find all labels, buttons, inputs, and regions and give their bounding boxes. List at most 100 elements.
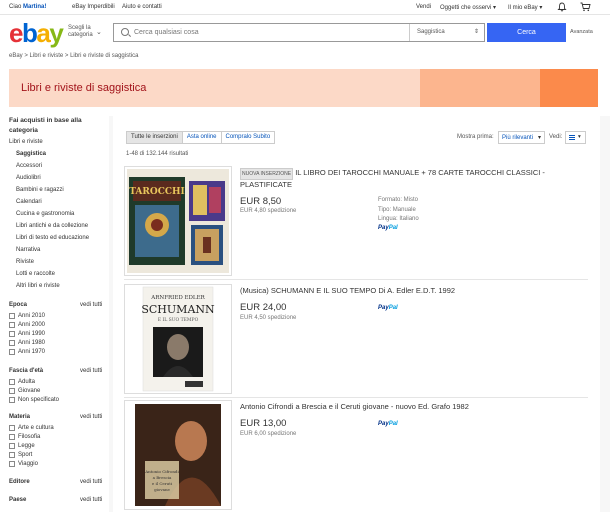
- category-selector[interactable]: Scegli la categoria: [68, 25, 93, 39]
- sidebar-item-parent[interactable]: Libri e riviste: [9, 139, 43, 145]
- sidebar-category[interactable]: Libri di testo ed educazione: [16, 235, 89, 241]
- filter-title-fascia: Fascia d'età: [9, 368, 44, 374]
- filter-checkbox[interactable]: Viaggio: [9, 461, 38, 467]
- help-link[interactable]: Aiuto e contatti: [122, 4, 162, 10]
- filter-checkbox[interactable]: Filosofia: [9, 434, 40, 440]
- breadcrumb: eBay > Libri e riviste > Libri e riviste…: [9, 53, 139, 59]
- list-item[interactable]: TAROCCHI NUOVA INSERZIONE IL LIBRO DEI T…: [124, 166, 588, 280]
- deals-link[interactable]: eBay Imperdibili: [72, 4, 115, 10]
- svg-text:TAROCCHI: TAROCCHI: [129, 187, 185, 197]
- filter-checkbox[interactable]: Legge: [9, 443, 35, 449]
- view-label: Vedi:: [549, 134, 563, 140]
- item-price: EUR 8,50: [240, 196, 282, 207]
- filter-title-materia: Materia: [9, 414, 31, 420]
- breadcrumb-libri[interactable]: Libri e riviste: [30, 53, 64, 59]
- sidebar-category[interactable]: Accessori: [16, 163, 42, 169]
- sidebar-category[interactable]: Cucina e gastronomia: [16, 211, 74, 217]
- svg-text:SCHUMANN: SCHUMANN: [141, 303, 215, 316]
- breadcrumb-ebay[interactable]: eBay: [9, 53, 23, 59]
- banner-stripe: [540, 69, 598, 107]
- paypal-logo: PayPal: [378, 305, 398, 311]
- search-category-select[interactable]: Saggistica ⇕: [409, 24, 484, 41]
- ebay-logo[interactable]: ebay: [9, 20, 64, 46]
- filter-checkbox[interactable]: Anni 1980: [9, 340, 45, 346]
- item-image[interactable]: ARNFRIED EDLER SCHUMANN E IL SUO TEMPO: [124, 284, 232, 394]
- chevron-down-icon: ▾: [537, 135, 541, 141]
- view-toggle[interactable]: ▾: [565, 131, 586, 144]
- sidebar-category[interactable]: Calendari: [16, 199, 42, 205]
- item-image[interactable]: Antonio Cifrondi a Brescia e il Ceruti g…: [124, 400, 232, 510]
- item-price: EUR 24,00: [240, 302, 287, 313]
- sort-select[interactable]: Più rilevanti ▾: [498, 131, 545, 144]
- chevron-down-icon: ▾: [578, 134, 581, 140]
- filter-title-paese: Paese: [9, 497, 27, 503]
- item-attribute: Lingua: Italiano: [378, 216, 419, 222]
- user-name[interactable]: Martina!: [23, 4, 46, 10]
- sidebar-category[interactable]: Audiolibri: [16, 175, 41, 181]
- greeting: Ciao Martina!: [9, 4, 47, 10]
- filter-checkbox[interactable]: Non specificato: [9, 397, 59, 403]
- item-shipping: EUR 6,00 spedizione: [240, 431, 297, 437]
- watchlist-link[interactable]: Oggetti che osservi ▾: [440, 4, 496, 11]
- bell-icon[interactable]: [557, 2, 567, 14]
- sort-label: Mostra prima:: [457, 134, 494, 140]
- filter-checkbox[interactable]: Sport: [9, 452, 32, 458]
- list-item[interactable]: ARNFRIED EDLER SCHUMANN E IL SUO TEMPO (…: [124, 284, 588, 398]
- item-shipping: EUR 4,80 spedizione: [240, 208, 297, 214]
- list-item[interactable]: Antonio Cifrondi a Brescia e il Ceruti g…: [124, 400, 588, 512]
- search-input[interactable]: Cerca qualsiasi cosa: [134, 29, 199, 36]
- filter-title-epoca: Epoca: [9, 302, 28, 308]
- svg-text:ARNFRIED EDLER: ARNFRIED EDLER: [150, 295, 205, 301]
- see-all-link[interactable]: vedi tutti: [80, 368, 102, 374]
- item-image[interactable]: TAROCCHI: [124, 166, 232, 276]
- tab-buy-now[interactable]: Compralo Subito: [220, 131, 276, 144]
- filter-checkbox[interactable]: Anni 2010: [9, 313, 45, 319]
- sidebar-category[interactable]: Altri libri e riviste: [16, 283, 60, 289]
- cart-icon[interactable]: [580, 2, 591, 14]
- see-all-link[interactable]: vedi tutti: [80, 302, 102, 308]
- filter-checkbox[interactable]: Anni 1970: [9, 349, 45, 355]
- sidebar-category[interactable]: Libri antichi e da collezione: [16, 223, 88, 229]
- item-shipping: EUR 4,50 spedizione: [240, 315, 297, 321]
- list-view-icon: [569, 135, 575, 136]
- banner-stripe: [420, 69, 540, 107]
- page-title: Libri e riviste di saggistica: [21, 82, 147, 94]
- sidebar-heading: Fai acquisti in base alla categoria: [9, 117, 82, 134]
- item-price: EUR 13,00: [240, 418, 287, 429]
- sell-link[interactable]: Vendi: [416, 4, 431, 10]
- item-title[interactable]: NUOVA INSERZIONE IL LIBRO DEI TAROCCHI M…: [240, 168, 584, 190]
- breadcrumb-saggistica[interactable]: Libri e riviste di saggistica: [70, 53, 138, 59]
- see-all-link[interactable]: vedi tutti: [80, 497, 102, 503]
- item-title[interactable]: (Musica) SCHUMANN E IL SUO TEMPO Di A. E…: [240, 286, 584, 296]
- filter-title-editore: Editore: [9, 479, 30, 485]
- sidebar-category[interactable]: Narrativa: [16, 247, 40, 253]
- sidebar-category[interactable]: Riviste: [16, 259, 34, 265]
- filter-checkbox[interactable]: Anni 1990: [9, 331, 45, 337]
- search-button[interactable]: Cerca: [487, 23, 566, 42]
- svg-text:E IL SUO TEMPO: E IL SUO TEMPO: [158, 317, 199, 323]
- tab-auction[interactable]: Asta online: [181, 131, 222, 144]
- filter-checkbox[interactable]: Giovane: [9, 388, 40, 394]
- search-icon: [121, 28, 129, 36]
- see-all-link[interactable]: vedi tutti: [80, 414, 102, 420]
- chevron-down-icon: ⇕: [473, 29, 479, 35]
- search-bar[interactable]: Cerca qualsiasi cosa Saggistica ⇕: [113, 23, 485, 42]
- sidebar-category[interactable]: Lotti e raccolte: [16, 271, 55, 277]
- paypal-logo: PayPal: [378, 225, 398, 231]
- item-title[interactable]: Antonio Cifrondi a Brescia e il Ceruti g…: [240, 402, 584, 412]
- tab-all[interactable]: Tutte le inserzioni: [126, 131, 183, 144]
- sidebar-item-current: Saggistica: [16, 151, 47, 157]
- see-all-link[interactable]: vedi tutti: [80, 479, 102, 485]
- advanced-search-link[interactable]: Avanzata: [570, 29, 593, 35]
- sidebar: Fai acquisti in base alla categoria Libr…: [9, 116, 109, 503]
- filter-checkbox[interactable]: Anni 2000: [9, 322, 45, 328]
- filter-checkbox[interactable]: Adulta: [9, 379, 35, 385]
- item-attribute: Formato: Misto: [378, 197, 419, 203]
- chevron-down-icon[interactable]: ⌄: [96, 28, 102, 36]
- sidebar-category[interactable]: Bambini e ragazzi: [16, 187, 64, 193]
- filter-checkbox[interactable]: Arte e cultura: [9, 425, 54, 431]
- my-ebay-link[interactable]: Il mio eBay ▾: [508, 4, 542, 11]
- results-count: 1-48 di 132.144 risultati: [126, 151, 189, 157]
- category-banner: Libri e riviste di saggistica: [9, 69, 598, 107]
- item-attribute: Tipo: Manuale: [378, 207, 416, 213]
